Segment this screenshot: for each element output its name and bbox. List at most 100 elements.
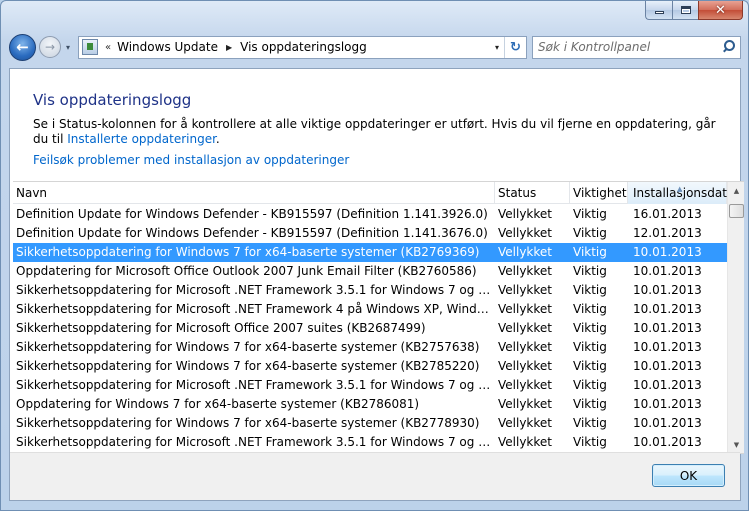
install-date-cell: 10.01.2013 xyxy=(633,321,702,335)
troubleshoot-link[interactable]: Feilsøk problemer med installasjon av op… xyxy=(33,153,349,167)
table-row[interactable]: Sikkerhetsoppdatering for Microsoft .NET… xyxy=(13,376,727,395)
table-row[interactable]: Sikkerhetsoppdatering for Microsoft .NET… xyxy=(13,433,727,452)
minimize-button[interactable] xyxy=(645,1,672,20)
breadcrumb-overflow-button[interactable]: « xyxy=(105,42,111,53)
table-row[interactable]: Sikkerhetsoppdatering for Microsoft .NET… xyxy=(13,300,727,319)
navigation-bar: ← → ▾ « Windows Update ▶ Vis oppdatering… xyxy=(9,31,741,63)
refresh-icon: ↻ xyxy=(510,39,521,55)
search-box[interactable] xyxy=(532,35,741,59)
table-row[interactable]: Sikkerhetsoppdatering for Windows 7 for … xyxy=(13,243,727,262)
update-name-cell: Definition Update for Windows Defender -… xyxy=(16,226,488,240)
table-row[interactable]: Definition Update for Windows Defender -… xyxy=(13,224,727,243)
refresh-button[interactable]: ↻ xyxy=(504,36,526,58)
importance-cell: Viktig xyxy=(573,302,607,316)
back-arrow-icon: ← xyxy=(16,38,29,56)
importance-cell: Viktig xyxy=(573,397,607,411)
breadcrumb-windows-update[interactable]: Windows Update xyxy=(117,40,218,54)
back-button[interactable]: ← xyxy=(9,33,36,61)
caption-buttons: ✕ xyxy=(645,1,743,21)
forward-arrow-icon: → xyxy=(44,40,56,54)
status-cell: Vellykket xyxy=(498,302,552,316)
importance-cell: Viktig xyxy=(573,264,607,278)
scroll-up-button[interactable]: ▲ xyxy=(728,182,744,199)
table-row[interactable]: Sikkerhetsoppdatering for Microsoft .NET… xyxy=(13,281,727,300)
importance-cell: Viktig xyxy=(573,226,607,240)
status-cell: Vellykket xyxy=(498,378,552,392)
scroll-down-icon: ▼ xyxy=(733,440,740,449)
dialog-footer: OK xyxy=(10,452,740,500)
install-date-cell: 16.01.2013 xyxy=(633,207,702,221)
column-header-importance[interactable]: Viktighet xyxy=(570,182,628,204)
table-row[interactable]: Sikkerhetsoppdatering for Windows 7 for … xyxy=(13,414,727,433)
search-input[interactable] xyxy=(538,40,719,54)
scroll-thumb[interactable] xyxy=(729,204,744,218)
status-cell: Vellykket xyxy=(498,264,552,278)
install-date-cell: 10.01.2013 xyxy=(633,302,702,316)
search-icon[interactable] xyxy=(719,38,737,56)
importance-cell: Viktig xyxy=(573,359,607,373)
column-header-name[interactable]: Navn xyxy=(13,182,495,204)
update-name-cell: Sikkerhetsoppdatering for Windows 7 for … xyxy=(16,359,480,373)
install-date-cell: 10.01.2013 xyxy=(633,245,702,259)
install-date-cell: 10.01.2013 xyxy=(633,397,702,411)
list-rows: Definition Update for Windows Defender -… xyxy=(13,205,727,452)
column-header-status[interactable]: Status xyxy=(495,182,570,204)
table-row[interactable]: Sikkerhetsoppdatering for Windows 7 for … xyxy=(13,357,727,376)
status-cell: Vellykket xyxy=(498,397,552,411)
status-cell: Vellykket xyxy=(498,359,552,373)
scroll-down-button[interactable]: ▼ xyxy=(728,436,744,453)
importance-cell: Viktig xyxy=(573,378,607,392)
install-date-cell: 10.01.2013 xyxy=(633,283,702,297)
page-description: Se i Status-kolonnen for å kontrollere a… xyxy=(33,117,723,147)
update-name-cell: Sikkerhetsoppdatering for Microsoft .NET… xyxy=(16,283,495,297)
update-name-cell: Sikkerhetsoppdatering for Microsoft .NET… xyxy=(16,378,495,392)
status-cell: Vellykket xyxy=(498,340,552,354)
table-row[interactable]: Oppdatering for Windows 7 for x64-basert… xyxy=(13,395,727,414)
content-pane: Vis oppdateringslogg Se i Status-kolonne… xyxy=(9,68,744,501)
close-button[interactable]: ✕ xyxy=(698,1,743,20)
ok-button[interactable]: OK xyxy=(652,464,725,487)
update-history-window: ✕ ← → ▾ « Windows Update ▶ Vis oppdateri… xyxy=(0,0,749,511)
install-date-cell: 10.01.2013 xyxy=(633,378,702,392)
vertical-scrollbar[interactable]: ▲ ▼ xyxy=(727,182,744,453)
forward-button[interactable]: → xyxy=(39,36,61,58)
installed-updates-link[interactable]: Installerte oppdateringer xyxy=(67,132,216,146)
chevron-down-icon: ▾ xyxy=(494,42,499,52)
status-cell: Vellykket xyxy=(498,435,552,449)
status-cell: Vellykket xyxy=(498,321,552,335)
status-cell: Vellykket xyxy=(498,245,552,259)
table-row[interactable]: Sikkerhetsoppdatering for Microsoft Offi… xyxy=(13,319,727,338)
update-history-list: Navn Status Viktighet ▲ Installasjonsdat… xyxy=(13,181,744,454)
update-name-cell: Sikkerhetsoppdatering for Microsoft .NET… xyxy=(16,435,495,449)
breadcrumb-arrow-icon[interactable]: ▶ xyxy=(226,43,232,52)
column-header-install-date[interactable]: ▲ Installasjonsdato xyxy=(628,182,734,204)
breadcrumb-update-history[interactable]: Vis oppdateringslogg xyxy=(240,40,367,54)
install-date-cell: 10.01.2013 xyxy=(633,264,702,278)
status-cell: Vellykket xyxy=(498,226,552,240)
importance-cell: Viktig xyxy=(573,283,607,297)
address-dropdown-button[interactable]: ▾ xyxy=(490,37,504,58)
minimize-icon xyxy=(654,11,664,14)
importance-cell: Viktig xyxy=(573,245,607,259)
install-date-cell: 10.01.2013 xyxy=(633,435,702,449)
column-header-install-date-label: Installasjonsdato xyxy=(633,186,735,200)
update-name-cell: Oppdatering for Microsoft Office Outlook… xyxy=(16,264,477,278)
maximize-button[interactable] xyxy=(672,1,698,20)
control-panel-icon xyxy=(82,39,98,55)
install-date-cell: 10.01.2013 xyxy=(633,340,702,354)
install-date-cell: 12.01.2013 xyxy=(633,226,702,240)
update-name-cell: Definition Update for Windows Defender -… xyxy=(16,207,488,221)
list-header: Navn Status Viktighet ▲ Installasjonsdat… xyxy=(13,182,744,204)
status-cell: Vellykket xyxy=(498,207,552,221)
install-date-cell: 10.01.2013 xyxy=(633,416,702,430)
install-date-cell: 10.01.2013 xyxy=(633,359,702,373)
table-row[interactable]: Sikkerhetsoppdatering for Windows 7 for … xyxy=(13,338,727,357)
status-cell: Vellykket xyxy=(498,283,552,297)
importance-cell: Viktig xyxy=(573,416,607,430)
importance-cell: Viktig xyxy=(573,435,607,449)
table-row[interactable]: Oppdatering for Microsoft Office Outlook… xyxy=(13,262,727,281)
recent-pages-button[interactable]: ▾ xyxy=(62,43,74,52)
table-row[interactable]: Definition Update for Windows Defender -… xyxy=(13,205,727,224)
description-end: . xyxy=(215,132,220,146)
address-bar[interactable]: « Windows Update ▶ Vis oppdateringslogg … xyxy=(78,35,527,59)
